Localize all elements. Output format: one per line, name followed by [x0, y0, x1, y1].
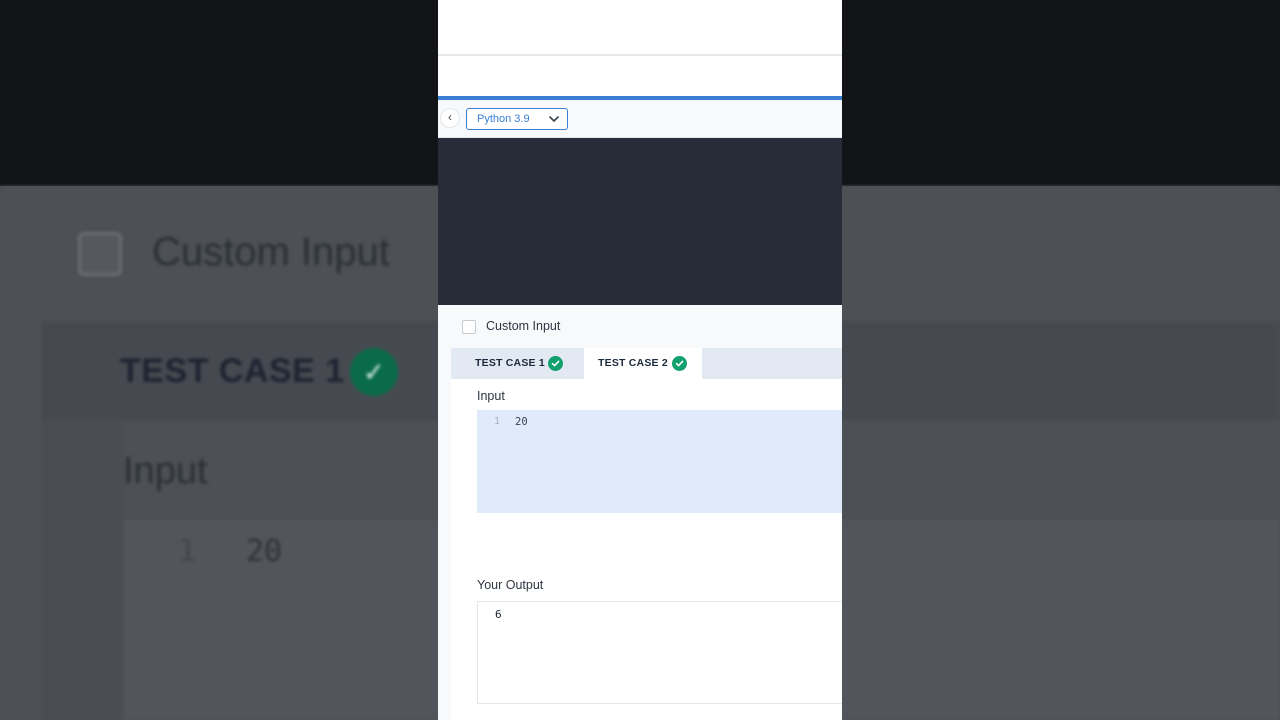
input-label: Input	[477, 389, 505, 403]
input-line: 20	[515, 416, 528, 428]
line-number: 1	[494, 416, 501, 427]
check-circle-icon	[672, 356, 687, 371]
custom-input-label: Custom Input	[486, 319, 561, 333]
tab-label: TEST CASE 1	[475, 357, 545, 369]
code-panel: ‹ Python 3.9 Custom Input TEST CASE 1 TE…	[438, 0, 842, 720]
language-select-value: Python 3.9	[477, 113, 530, 125]
background-tab-label: TEST CASE 1	[120, 352, 345, 390]
language-select[interactable]: Python 3.9	[466, 108, 568, 130]
input-viewer[interactable]: 1 20	[477, 410, 842, 513]
output-label: Your Output	[477, 578, 544, 592]
custom-input-checkbox[interactable]	[462, 320, 476, 334]
test-case-tabs: TEST CASE 1 TEST CASE 2	[451, 348, 842, 379]
output-viewer[interactable]: 6	[477, 601, 842, 704]
check-circle-icon	[548, 356, 563, 371]
chevron-left-icon[interactable]: ‹	[440, 108, 460, 128]
background-checkbox	[78, 232, 122, 276]
chevron-down-icon	[549, 116, 559, 122]
background-check-circle-icon: ✓	[350, 348, 398, 396]
background-custom-input-label: Custom Input	[152, 230, 390, 274]
tab-test-case-2[interactable]: TEST CASE 2	[584, 348, 702, 379]
test-io-area: Custom Input TEST CASE 1 TEST CASE 2 Inp…	[438, 305, 842, 720]
background-input-label: Input	[123, 450, 208, 492]
background-side-strip	[42, 420, 124, 720]
tab-test-case-1[interactable]: TEST CASE 1	[451, 348, 584, 379]
background-line-number: 1	[178, 534, 197, 569]
tab-label: TEST CASE 2	[598, 357, 668, 369]
output-value: 6	[495, 608, 502, 621]
code-editor[interactable]	[438, 138, 842, 305]
test-case-content: Input 1 20 Your Output 6	[451, 379, 842, 720]
editor-toolbar: ‹ Python 3.9	[438, 100, 842, 138]
panel-header	[438, 0, 842, 56]
background-input-value: 20	[246, 534, 283, 569]
